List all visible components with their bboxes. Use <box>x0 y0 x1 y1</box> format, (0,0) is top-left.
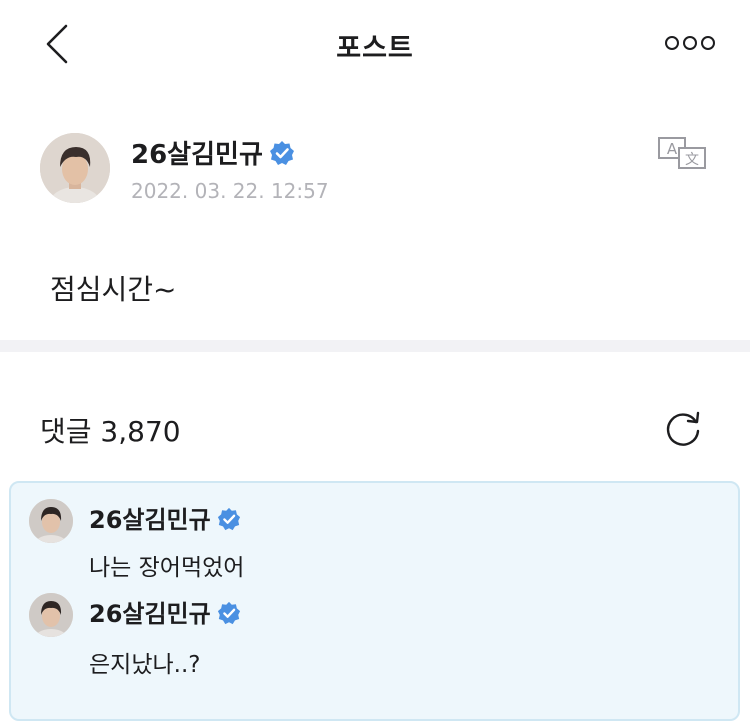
verified-badge-icon <box>217 507 241 537</box>
author-name-row: 26살김민규 <box>131 134 295 173</box>
verified-badge-icon <box>269 140 295 173</box>
comment-author-row: 26살김민규 <box>89 500 241 537</box>
comment-text: 은지났나..? <box>89 652 201 678</box>
translate-icon: A 文 <box>658 137 706 169</box>
comment-author[interactable]: 26살김민규 <box>89 600 211 628</box>
author-name[interactable]: 26살김민규 <box>131 140 263 170</box>
section-divider <box>0 340 750 352</box>
post-timestamp: 2022. 03. 22. 12:57 <box>131 179 329 203</box>
svg-text:A: A <box>667 140 678 158</box>
comment-author[interactable]: 26살김민규 <box>89 506 211 534</box>
translate-button[interactable]: A 文 <box>657 136 709 170</box>
comment-avatar[interactable] <box>29 499 73 543</box>
comment-author-row: 26살김민규 <box>89 594 241 631</box>
refresh-button[interactable] <box>662 408 704 450</box>
page-title: 포스트 <box>336 33 414 64</box>
refresh-icon <box>666 411 700 446</box>
highlighted-comments: 26살김민규 나는 장어먹었어 26살김민규 은지났나..? <box>9 481 740 721</box>
post-body: 점심시간~ <box>50 273 177 306</box>
comments-count-label: 댓글 3,870 <box>40 415 181 448</box>
more-options-button[interactable] <box>664 34 716 52</box>
comment-text: 나는 장어먹었어 <box>89 555 245 581</box>
svg-text:文: 文 <box>685 152 699 168</box>
more-dots-icon <box>665 36 715 50</box>
verified-badge-icon <box>217 601 241 631</box>
profile-photo-icon <box>29 499 73 543</box>
profile-photo-icon <box>29 593 73 637</box>
profile-photo-icon <box>40 133 110 203</box>
comment-avatar[interactable] <box>29 593 73 637</box>
author-avatar[interactable] <box>40 133 110 203</box>
